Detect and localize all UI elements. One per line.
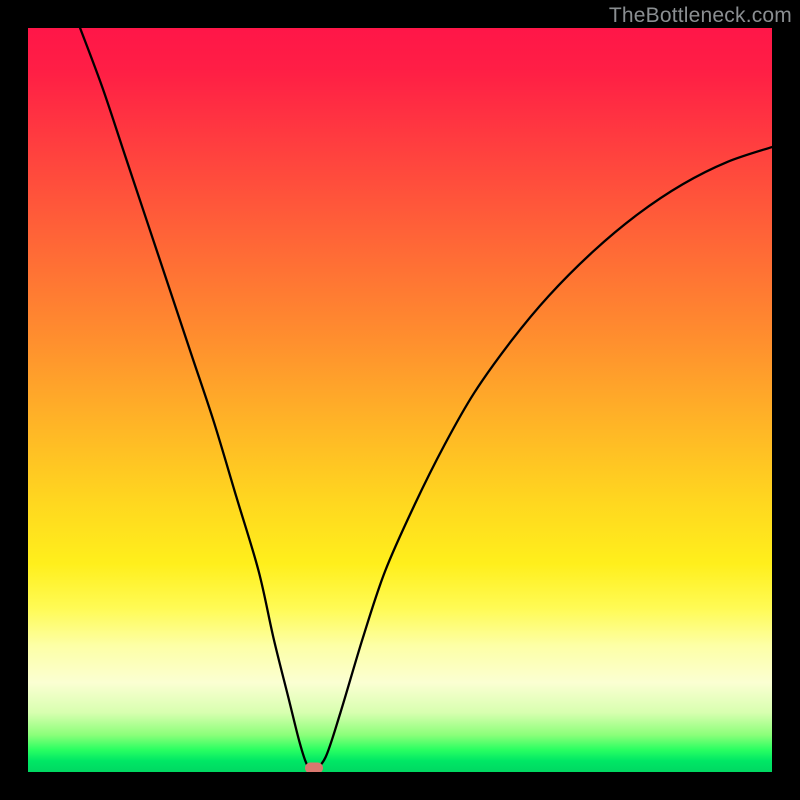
minimum-marker <box>305 763 323 772</box>
plot-area <box>28 28 772 772</box>
curve-layer <box>28 28 772 772</box>
chart-stage: TheBottleneck.com <box>0 0 800 800</box>
watermark-text: TheBottleneck.com <box>609 4 792 28</box>
bottleneck-curve <box>80 28 772 769</box>
